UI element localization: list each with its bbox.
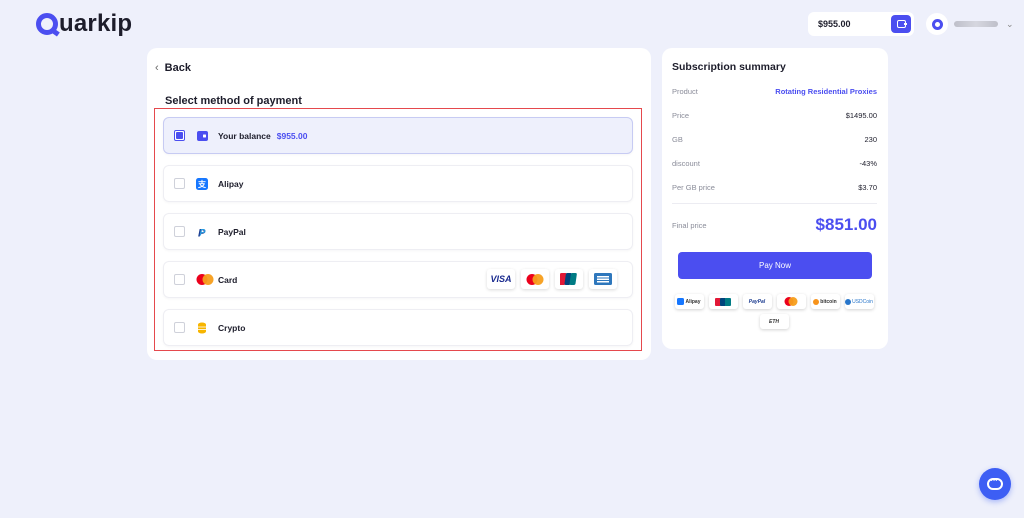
accepted-methods: Alipay PayPal bitcoin USDCoin ETH bbox=[674, 294, 874, 329]
bitcoin-badge-icon: bitcoin bbox=[810, 294, 840, 309]
final-price-label: Final price bbox=[672, 220, 707, 230]
user-menu[interactable]: ⌄ bbox=[926, 13, 1014, 35]
visa-icon: VISA bbox=[487, 269, 515, 289]
avatar-logo-icon bbox=[931, 18, 943, 30]
chat-support-button[interactable] bbox=[979, 468, 1011, 500]
logo-q-icon bbox=[36, 13, 58, 35]
row-value: -43% bbox=[859, 159, 877, 168]
row-key: Product bbox=[672, 87, 698, 96]
option-label: Your balance bbox=[218, 130, 271, 141]
balance-pill[interactable]: $955.00 bbox=[808, 12, 914, 36]
svg-text:支: 支 bbox=[197, 179, 207, 189]
amex-icon bbox=[589, 269, 617, 289]
back-label: Back bbox=[164, 62, 191, 74]
payment-method-list: Your balance $955.00 支 Alipay PP PayPal … bbox=[154, 108, 642, 351]
paypal-icon: PP bbox=[196, 226, 208, 238]
wallet-button[interactable] bbox=[891, 15, 911, 33]
summary-row-product: Product Rotating Residential Proxies bbox=[672, 87, 877, 96]
option-balance-amount: $955.00 bbox=[276, 130, 308, 141]
subscription-summary-card: Subscription summary Product Rotating Re… bbox=[662, 48, 888, 349]
summary-row-gb: GB 230 bbox=[672, 135, 877, 144]
final-price-value: $851.00 bbox=[815, 215, 877, 234]
summary-row-discount: discount -43% bbox=[672, 159, 877, 168]
row-value[interactable]: Rotating Residential Proxies bbox=[775, 87, 877, 96]
unionpay-icon bbox=[555, 269, 583, 289]
row-value: 230 bbox=[864, 135, 877, 144]
unionpay-badge-icon bbox=[708, 294, 738, 309]
chat-icon bbox=[987, 475, 1003, 490]
wallet-icon bbox=[196, 130, 208, 142]
payment-card: ‹ Back Select method of payment Your bal… bbox=[147, 48, 651, 360]
checkbox-crypto[interactable] bbox=[174, 322, 185, 333]
svg-text:P: P bbox=[200, 227, 207, 237]
logo-text: uarkip bbox=[59, 10, 133, 37]
checkbox-balance[interactable] bbox=[174, 130, 185, 141]
back-button[interactable]: ‹ Back bbox=[155, 62, 191, 74]
quarkip-logo[interactable]: uarkip bbox=[36, 10, 132, 38]
payment-method-title: Select method of payment bbox=[165, 95, 302, 107]
username-redacted bbox=[954, 21, 998, 27]
option-label: Crypto bbox=[218, 322, 246, 333]
summary-row-per-gb: Per GB price $3.70 bbox=[672, 183, 877, 192]
usdcoin-badge-icon: USDCoin bbox=[844, 294, 874, 309]
chevron-left-icon: ‹ bbox=[155, 62, 159, 74]
option-label: PayPal bbox=[218, 226, 246, 237]
row-key: Per GB price bbox=[672, 183, 715, 192]
checkbox-card[interactable] bbox=[174, 274, 185, 285]
option-label: Alipay bbox=[218, 178, 244, 189]
wallet-icon bbox=[896, 20, 907, 28]
row-value: $1495.00 bbox=[845, 111, 877, 120]
pay-now-button[interactable]: Pay Now bbox=[678, 252, 872, 279]
alipay-icon: 支 bbox=[196, 177, 208, 190]
card-logos: VISA bbox=[487, 269, 617, 289]
checkbox-alipay[interactable] bbox=[174, 178, 185, 189]
payment-option-alipay[interactable]: 支 Alipay bbox=[163, 165, 633, 202]
eth-badge-icon: ETH bbox=[759, 314, 789, 329]
payment-option-card[interactable]: Card VISA bbox=[163, 261, 633, 298]
avatar[interactable] bbox=[926, 13, 948, 35]
row-value: $3.70 bbox=[858, 183, 877, 192]
row-key: discount bbox=[672, 159, 700, 168]
alipay-badge-icon: Alipay bbox=[674, 294, 704, 309]
coins-icon bbox=[196, 322, 208, 334]
chevron-down-icon[interactable]: ⌄ bbox=[1006, 19, 1014, 30]
mastercard-icon bbox=[196, 274, 214, 286]
final-price-row: Final price $851.00 bbox=[672, 215, 877, 235]
row-key: GB bbox=[672, 135, 683, 144]
row-key: Price bbox=[672, 111, 690, 120]
summary-title: Subscription summary bbox=[672, 61, 786, 73]
balance-amount: $955.00 bbox=[818, 19, 851, 29]
option-label: Card bbox=[218, 274, 238, 285]
payment-option-crypto[interactable]: Crypto bbox=[163, 309, 633, 346]
summary-row-price: Price $1495.00 bbox=[672, 111, 877, 120]
payment-option-balance[interactable]: Your balance $955.00 bbox=[163, 117, 633, 154]
checkbox-paypal[interactable] bbox=[174, 226, 185, 237]
paypal-badge-icon: PayPal bbox=[742, 294, 772, 309]
payment-option-paypal[interactable]: PP PayPal bbox=[163, 213, 633, 250]
summary-divider bbox=[672, 203, 877, 204]
mastercard-logo-icon bbox=[521, 269, 549, 289]
mastercard-badge-icon bbox=[776, 294, 806, 309]
